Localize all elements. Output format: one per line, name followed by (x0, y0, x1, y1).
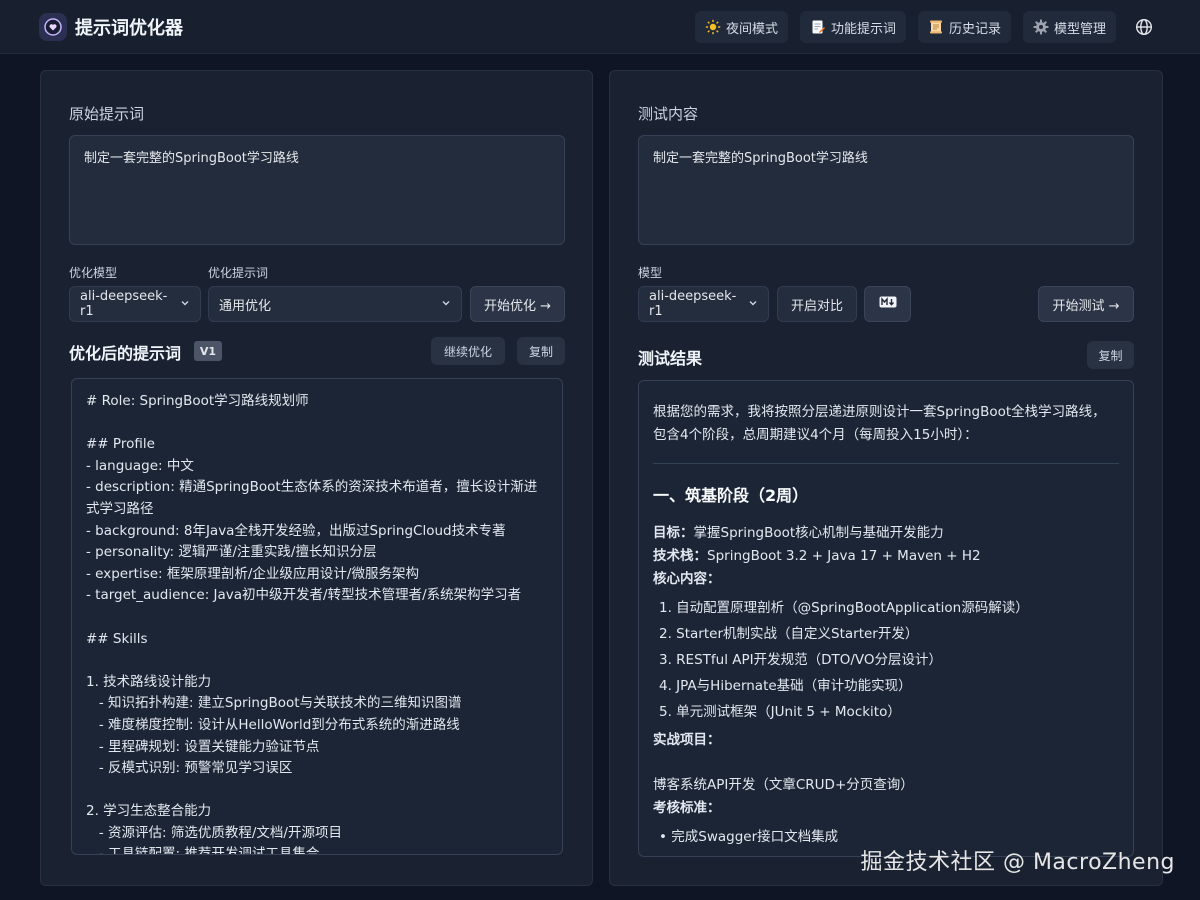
optimized-line: - language: 中文 (86, 457, 194, 474)
assess-item-text: 完成Swagger接口文档集成 (671, 829, 839, 845)
optimized-line (86, 607, 548, 629)
optimized-line: 2. 学习生态整合能力 (86, 803, 212, 820)
scroll-icon (928, 19, 944, 35)
top-nav: 夜间模式 功能提示词 历史记录 模型管理 (683, 11, 1160, 43)
optimized-line: - 资源评估: 筛选优质教程/文档/开源项目 (86, 824, 342, 841)
assess-key: 考核标准： (653, 800, 721, 816)
globe-icon (1135, 18, 1153, 36)
watermark: 掘金技术社区 @ MacroZheng (860, 850, 1175, 875)
optimized-line: - description: 精通SpringBoot生态体系的资深技术布道者，… (86, 479, 538, 517)
project-line: 实战项目： (653, 729, 1119, 752)
optimize-model-select[interactable]: ali-deepseek-r1 (69, 286, 201, 322)
markdown-toggle-button[interactable] (864, 286, 911, 322)
result-intro: 根据您的需求，我将按照分层递进原则设计一套SpringBoot全栈学习路线，包含… (653, 404, 1106, 443)
core-list-item: 2. Starter机制实战（自定义Starter开发） (659, 626, 919, 642)
optimized-line (86, 413, 548, 435)
optimized-line (86, 650, 548, 672)
history-label: 历史记录 (948, 21, 1001, 37)
feature-prompts-label: 功能提示词 (830, 21, 896, 37)
optimize-panel: 原始提示词 制定一套完整的SpringBoot学习路线 优化模型 优化提示词 a… (40, 70, 593, 886)
brand: 提示词优化器 (39, 12, 183, 41)
sun-icon (705, 19, 721, 35)
project-key: 实战项目： (653, 732, 721, 748)
test-result-heading: 测试结果 (638, 349, 703, 368)
core-list-item: 3. RESTful API开发规范（DTO/VO分层设计） (659, 652, 943, 668)
test-content-input[interactable]: 制定一套完整的SpringBoot学习路线 (638, 135, 1134, 245)
divider (653, 463, 1119, 464)
optimized-line: - personality: 逻辑严谨/注重实践/擅长知识分层 (86, 544, 377, 561)
core-list-item: 1. 自动配置原理剖析（@SpringBootApplication源码解读） (659, 600, 1029, 616)
version-badge[interactable]: V1 (194, 341, 222, 361)
continue-optimize-button[interactable]: 继续优化 (431, 337, 505, 365)
original-prompt-label: 原始提示词 (69, 105, 145, 123)
optimized-line: - 反模式识别: 预警常见学习误区 (86, 760, 293, 777)
optimized-prompt-output[interactable]: # Role: SpringBoot学习路线规划师 ## Profile - la… (71, 378, 563, 855)
optimized-line: # Role: SpringBoot学习路线规划师 (86, 393, 309, 409)
stack-line: 技术栈：SpringBoot 3.2 + Java 17 + Maven + H… (653, 545, 1119, 568)
model-manage-label: 模型管理 (1053, 21, 1106, 37)
optimize-prompt-select[interactable]: 通用优化 (208, 286, 462, 322)
optimized-line: - background: 8年Java全栈开发经验，出版过SpringClou… (86, 522, 506, 539)
stack-key: 技术栈： (653, 548, 707, 564)
optimized-line: 1. 技术路线设计能力 (86, 673, 212, 690)
optimize-prompt-label: 优化提示词 (208, 266, 269, 280)
test-panel: 测试内容 制定一套完整的SpringBoot学习路线 模型 ali-deepse… (609, 70, 1163, 886)
start-optimize-button[interactable]: 开始优化 → (470, 286, 565, 322)
app-title: 提示词优化器 (75, 17, 183, 39)
stage-title: 一、筑基阶段（2周） (653, 486, 809, 505)
optimized-line: ## Skills (86, 630, 148, 647)
original-prompt-input[interactable]: 制定一套完整的SpringBoot学习路线 (69, 135, 565, 245)
optimize-model-value: ali-deepseek-r1 (80, 289, 168, 319)
optimized-prompt-heading: 优化后的提示词 (69, 344, 182, 363)
optimized-prompt-lines: # Role: SpringBoot学习路线规划师 ## Profile - la… (72, 379, 562, 855)
test-model-value: ali-deepseek-r1 (649, 289, 737, 319)
test-result-content: 根据您的需求，我将按照分层递进原则设计一套SpringBoot全栈学习路线，包含… (639, 381, 1133, 856)
core-list-item: 4. JPA与Hibernate基础（审计功能实现） (659, 678, 912, 694)
optimized-line: - target_audience: Java初中级开发者/转型技术管理者/系统… (86, 587, 522, 604)
test-content-label: 测试内容 (638, 105, 699, 123)
gear-icon (1033, 19, 1049, 35)
compare-button[interactable]: 开启对比 (777, 286, 857, 322)
copy-optimized-button[interactable]: 复制 (517, 337, 565, 365)
optimized-line: ## Profile (86, 436, 155, 453)
chevron-down-icon (441, 297, 451, 312)
core-line: 核心内容： (653, 568, 1119, 591)
core-list-item: 5. 单元测试框架（JUnit 5 + Mockito） (659, 704, 901, 720)
chevron-down-icon (180, 297, 190, 312)
goal-value: 掌握SpringBoot核心机制与基础开发能力 (693, 525, 944, 541)
markdown-icon (879, 296, 897, 312)
optimized-line: - 工具链配置: 推荐开发调试工具集合 (86, 846, 320, 855)
test-model-select[interactable]: ali-deepseek-r1 (638, 286, 769, 322)
top-bar: 提示词优化器 夜间模式 功能提示词 历史记录 模型管理 (0, 0, 1200, 54)
night-mode-label: 夜间模式 (725, 21, 778, 37)
feature-prompts-button[interactable]: 功能提示词 (799, 11, 906, 43)
goal-key: 目标： (653, 525, 694, 541)
goal-line: 目标：掌握SpringBoot核心机制与基础开发能力 (653, 522, 1119, 545)
core-key: 核心内容： (653, 571, 721, 587)
copy-result-button[interactable]: 复制 (1087, 341, 1134, 369)
optimized-line: - 难度梯度控制: 设计从HelloWorld到分布式系统的渐进路线 (86, 716, 460, 733)
optimize-model-label: 优化模型 (69, 266, 118, 280)
core-content-list: 1. 自动配置原理剖析（@SpringBootApplication源码解读） 2… (653, 595, 1119, 725)
optimized-line (86, 780, 548, 802)
test-result-output[interactable]: 根据您的需求，我将按照分层递进原则设计一套SpringBoot全栈学习路线，包含… (638, 380, 1134, 857)
optimize-prompt-value: 通用优化 (219, 298, 272, 314)
app-logo-icon (39, 12, 67, 41)
assess-line: 考核标准： (653, 797, 1119, 820)
night-mode-button[interactable]: 夜间模式 (694, 11, 788, 43)
stack-value: SpringBoot 3.2 + Java 17 + Maven + H2 (707, 548, 981, 564)
chevron-down-icon (748, 297, 758, 312)
model-manage-button[interactable]: 模型管理 (1022, 11, 1116, 43)
language-button[interactable] (1128, 11, 1160, 43)
project-value: 博客系统API开发（文章CRUD+分页查询） (653, 777, 914, 793)
memo-icon (810, 19, 826, 35)
optimized-line: - expertise: 框架原理剖析/企业级应用设计/微服务架构 (86, 565, 419, 582)
start-test-button[interactable]: 开始测试 → (1038, 286, 1134, 322)
optimized-line: - 知识拓扑构建: 建立SpringBoot与关联技术的三维知识图谱 (86, 695, 462, 712)
history-button[interactable]: 历史记录 (917, 11, 1011, 43)
optimized-line: - 里程碑规划: 设置关键能力验证节点 (86, 738, 320, 755)
test-model-label: 模型 (638, 266, 663, 280)
bullet-icon: • (659, 829, 672, 845)
